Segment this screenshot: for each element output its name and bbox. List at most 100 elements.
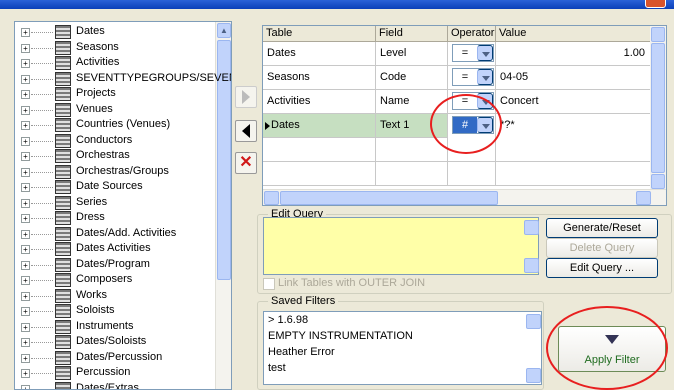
cell-value[interactable]: Concert [496, 90, 652, 114]
tree-item-label: Composers [76, 273, 133, 285]
tree-item[interactable]: + SEVENTTYPEGROUPS/SEVEN [15, 71, 231, 87]
tree-item[interactable]: + Composers [15, 272, 215, 288]
scroll-thumb[interactable] [280, 191, 498, 205]
table-icon [55, 226, 71, 241]
expand-icon[interactable]: + [21, 369, 30, 378]
cell-table[interactable]: Dates [263, 114, 376, 138]
arrow-right-icon [242, 90, 250, 104]
expand-icon[interactable]: + [21, 43, 30, 53]
remove-table-button[interactable] [235, 120, 257, 142]
expand-icon[interactable]: + [21, 136, 30, 146]
expand-icon[interactable]: + [21, 353, 30, 363]
edit-query-button[interactable]: Edit Query ... [546, 258, 658, 278]
cell-value[interactable]: 1.00 [496, 42, 652, 66]
expand-icon[interactable]: + [21, 28, 30, 37]
tree-item[interactable]: + Dates Activities [15, 241, 215, 257]
list-item[interactable]: test [268, 362, 286, 374]
expand-icon[interactable]: + [21, 214, 30, 223]
close-button[interactable] [645, 0, 666, 8]
tree-item[interactable]: + Percussion [15, 365, 215, 381]
cell-value[interactable]: *?* [496, 114, 652, 138]
tree-item[interactable]: + Orchestras/Groups [15, 164, 215, 180]
expand-icon[interactable]: + [21, 183, 30, 192]
tree-item[interactable]: + Dates/Extras [15, 381, 215, 389]
cell-table[interactable]: Dates [263, 42, 376, 66]
list-item[interactable]: > 1.6.98 [268, 314, 308, 326]
tree-item-label: Dates [76, 25, 105, 37]
cell-table[interactable]: Activities [263, 90, 376, 114]
scroll-down-icon[interactable] [526, 368, 541, 383]
expand-icon[interactable]: + [21, 276, 30, 285]
outer-join-checkbox[interactable] [263, 278, 275, 290]
expand-icon[interactable]: + [21, 74, 30, 84]
expand-icon[interactable]: + [21, 322, 30, 332]
table-icon [55, 102, 71, 117]
add-table-button[interactable] [235, 86, 257, 108]
scroll-up-icon[interactable] [651, 27, 665, 42]
tree-item[interactable]: + Series [15, 195, 215, 211]
tree-item[interactable]: + Dates/Program [15, 257, 215, 273]
expand-icon[interactable]: + [21, 198, 30, 208]
generate-reset-query-button[interactable]: Generate/Reset Query [546, 218, 658, 252]
tree-item[interactable]: + Projects [15, 86, 215, 102]
tree-item[interactable]: + Date Sources [15, 179, 215, 195]
chevron-down-icon[interactable] [477, 69, 493, 85]
table-icon [55, 257, 71, 272]
expand-icon[interactable]: + [21, 338, 30, 347]
grid-horizontal-scrollbar[interactable] [263, 189, 666, 205]
delete-row-button[interactable]: ✕ [235, 152, 257, 174]
query-text-area[interactable] [263, 217, 539, 275]
table-icon [55, 288, 71, 303]
tree-item[interactable]: + Dates/Add. Activities [15, 226, 215, 242]
tree-item[interactable]: + Orchestras [15, 148, 215, 164]
expand-icon[interactable]: + [21, 307, 30, 316]
scroll-left-icon[interactable] [264, 191, 279, 205]
expand-icon[interactable]: + [21, 105, 30, 115]
table-icon [55, 118, 71, 132]
tree-item[interactable]: + Dates/Soloists [15, 334, 215, 350]
expand-icon[interactable]: + [21, 152, 30, 161]
scroll-up-icon[interactable] [524, 220, 539, 235]
tree-item[interactable]: + Venues [15, 102, 215, 118]
tree-item[interactable]: + Seasons [15, 40, 215, 56]
expand-icon[interactable]: + [21, 121, 30, 130]
saved-filters-list[interactable]: > 1.6.98 EMPTY INSTRUMENTATION Heather E… [263, 311, 542, 385]
expand-icon[interactable]: + [21, 260, 30, 270]
scroll-up-icon[interactable]: ▲ [217, 23, 231, 38]
tree-item-label: Venues [76, 102, 113, 115]
cell-field[interactable]: Code [376, 66, 448, 90]
tree-item[interactable]: + Dates [15, 24, 215, 40]
scroll-down-icon[interactable] [651, 174, 665, 189]
scroll-down-icon[interactable] [524, 258, 539, 273]
tree-item[interactable]: + Dress [15, 210, 215, 226]
delete-query-button[interactable]: Delete Query [546, 238, 658, 258]
expand-icon[interactable]: + [21, 384, 30, 389]
expand-icon[interactable]: + [21, 291, 30, 301]
tree-item[interactable]: + Dates/Percussion [15, 350, 215, 366]
table-icon [55, 180, 71, 194]
tree-item[interactable]: + Works [15, 288, 215, 304]
tree-item[interactable]: + Countries (Venues) [15, 117, 215, 133]
scroll-up-icon[interactable] [526, 314, 541, 329]
expand-icon[interactable]: + [21, 90, 30, 99]
expand-icon[interactable]: + [21, 245, 30, 254]
expand-icon[interactable]: + [21, 229, 30, 239]
table-tree[interactable]: ▲ + Dates + Seasons + Activities + SEVENTTYPEGR… [14, 21, 232, 390]
expand-icon[interactable]: + [21, 167, 30, 177]
tree-item[interactable]: + Instruments [15, 319, 215, 335]
chevron-down-icon[interactable] [477, 45, 493, 61]
expand-icon[interactable]: + [21, 59, 30, 68]
tree-item[interactable]: + Soloists [15, 303, 215, 319]
tree-item[interactable]: + Conductors [15, 133, 215, 149]
list-item[interactable]: Heather Error [268, 346, 335, 358]
cell-value[interactable]: 04-05 [496, 66, 652, 90]
cell-table[interactable]: Seasons [263, 66, 376, 90]
cell-field[interactable]: Level [376, 42, 448, 66]
scroll-thumb[interactable] [651, 43, 665, 173]
operator-select[interactable]: = [452, 68, 494, 86]
list-item[interactable]: EMPTY INSTRUMENTATION [268, 330, 413, 342]
scroll-right-icon[interactable] [636, 191, 651, 205]
tree-item[interactable]: + Activities [15, 55, 215, 71]
operator-select[interactable]: = [452, 44, 494, 62]
grid-vertical-scrollbar[interactable] [650, 26, 666, 190]
